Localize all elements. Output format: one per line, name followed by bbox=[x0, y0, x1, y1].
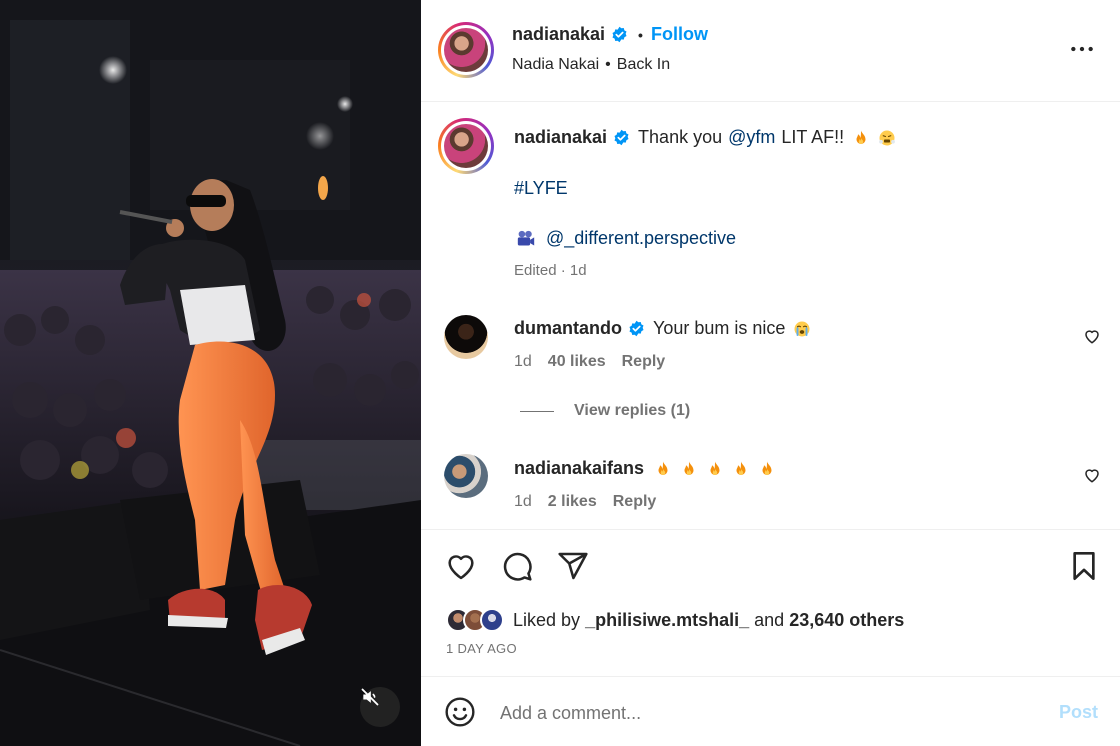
fire-emoji-icon bbox=[710, 461, 720, 475]
caption-mention-link[interactable]: @yfm bbox=[728, 127, 775, 148]
like-comment-heart-icon[interactable] bbox=[1083, 327, 1101, 345]
liker-avatar bbox=[480, 608, 504, 632]
fire-emoji-icon bbox=[736, 461, 746, 475]
caption: nadianakai Thank you @yfm LIT AF!! bbox=[514, 127, 896, 148]
crying-face-emoji-icon bbox=[794, 321, 810, 336]
comment-time[interactable]: 1d bbox=[514, 353, 532, 371]
comment-row: nadianakaifans bbox=[514, 458, 776, 479]
save-bookmark-icon[interactable] bbox=[1068, 550, 1100, 582]
comment-box-divider bbox=[421, 676, 1120, 677]
likes-summary: Liked by _philisiwe.mtshali_ and 23,640 … bbox=[446, 608, 904, 632]
comment-text: Your bum is nice bbox=[653, 318, 786, 338]
audio-title[interactable]: Back In bbox=[617, 56, 670, 74]
comment-reply-button[interactable]: Reply bbox=[613, 493, 657, 511]
post-panel: nadianakai • Follow Nadia Nakai • Back I… bbox=[421, 0, 1120, 746]
mute-toggle-button[interactable] bbox=[360, 687, 400, 727]
author-avatar[interactable] bbox=[438, 22, 494, 78]
author-avatar-image bbox=[444, 28, 488, 72]
view-replies-label: View replies (1) bbox=[574, 402, 691, 419]
comment-meta: 1d 40 likes Reply bbox=[514, 353, 665, 371]
post-date[interactable]: 1 DAY AGO bbox=[446, 641, 517, 656]
comment-reply-button[interactable]: Reply bbox=[622, 353, 666, 371]
fire-emoji-icon bbox=[856, 130, 866, 144]
verified-badge-icon bbox=[612, 26, 627, 43]
caption-avatar[interactable] bbox=[438, 118, 494, 174]
likes-count[interactable]: 23,640 others bbox=[789, 610, 904, 630]
comment-likes-count[interactable]: 2 likes bbox=[548, 493, 597, 511]
verified-badge-icon bbox=[629, 320, 644, 337]
movie-camera-icon bbox=[517, 230, 535, 246]
liked-by-middle: and bbox=[754, 609, 785, 630]
post-media[interactable] bbox=[0, 0, 421, 746]
liked-by-prefix: Liked by bbox=[513, 609, 581, 630]
verified-badge-icon bbox=[614, 129, 629, 146]
replies-line-divider bbox=[520, 410, 554, 412]
concert-scene-image bbox=[0, 0, 421, 746]
view-replies-button[interactable]: View replies (1) bbox=[520, 402, 690, 420]
caption-text-before: Thank you bbox=[638, 127, 723, 147]
caption-hashtag-link[interactable]: #LYFE bbox=[514, 178, 568, 199]
caption-credit: @_different.perspective bbox=[516, 228, 736, 249]
caption-avatar-image bbox=[444, 124, 488, 168]
steam-face-emoji-icon bbox=[879, 130, 895, 145]
audio-artist[interactable]: Nadia Nakai bbox=[512, 56, 599, 74]
fire-emoji-icon bbox=[658, 461, 668, 475]
header-divider bbox=[421, 101, 1120, 102]
header-separator: • bbox=[638, 26, 643, 43]
credit-mention-link[interactable]: @_different.perspective bbox=[546, 228, 736, 249]
comment-username[interactable]: nadianakaifans bbox=[514, 458, 644, 479]
comment-bubble-icon[interactable] bbox=[501, 550, 533, 582]
add-comment-input[interactable] bbox=[500, 698, 1040, 728]
post-comment-button[interactable]: Post bbox=[1059, 702, 1098, 723]
caption-meta: Edited · 1d bbox=[514, 262, 587, 279]
fire-emoji-icon bbox=[684, 461, 694, 475]
commenter-avatar[interactable] bbox=[444, 454, 488, 498]
post-subtitle: Nadia Nakai • Back In bbox=[512, 56, 670, 74]
comment-likes-count[interactable]: 40 likes bbox=[548, 353, 606, 371]
caption-text-after: LIT AF!! bbox=[781, 127, 845, 147]
post-header: nadianakai • Follow bbox=[512, 24, 708, 45]
like-comment-heart-icon[interactable] bbox=[1083, 466, 1101, 484]
follow-button[interactable]: Follow bbox=[651, 24, 708, 45]
liked-by-username[interactable]: _philisiwe.mtshali_ bbox=[585, 610, 749, 630]
like-heart-icon[interactable] bbox=[445, 550, 477, 582]
fire-emoji-icon bbox=[762, 461, 772, 475]
share-paper-plane-icon[interactable] bbox=[557, 550, 589, 582]
actions-divider bbox=[421, 529, 1120, 530]
volume-muted-icon bbox=[361, 688, 379, 706]
comment-username[interactable]: dumantando bbox=[514, 318, 622, 339]
comment-meta: 1d 2 likes Reply bbox=[514, 493, 656, 511]
subtitle-separator: • bbox=[605, 56, 611, 73]
more-horizontal-icon[interactable] bbox=[1069, 36, 1095, 62]
commenter-avatar[interactable] bbox=[444, 315, 488, 359]
comment-row: dumantando Your bum is nice bbox=[514, 318, 811, 339]
caption-username[interactable]: nadianakai bbox=[514, 127, 607, 148]
emoji-picker-icon[interactable] bbox=[444, 696, 476, 728]
author-username[interactable]: nadianakai bbox=[512, 24, 605, 45]
comment-time[interactable]: 1d bbox=[514, 493, 532, 511]
